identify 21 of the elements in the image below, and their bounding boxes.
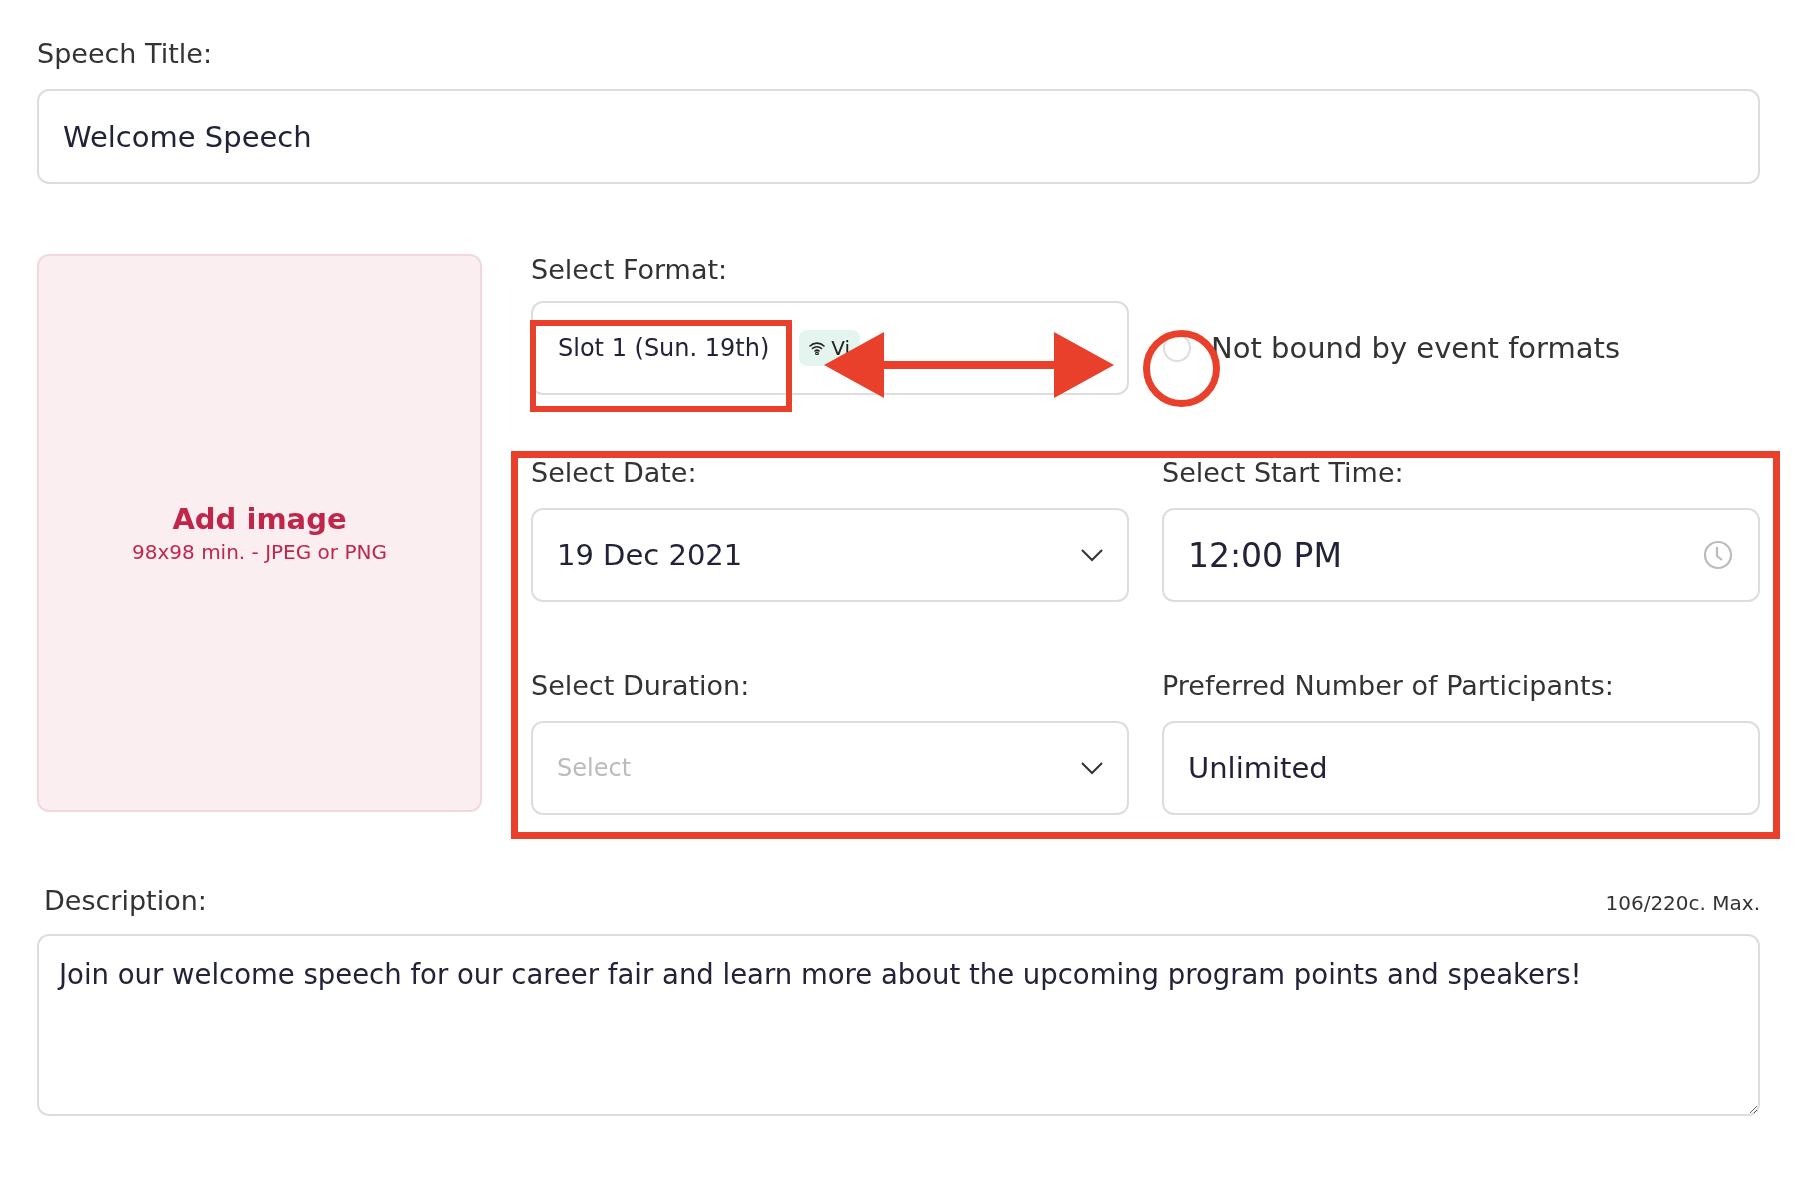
title-field[interactable]: Welcome Speech: [37, 89, 1760, 184]
add-image-label: Add image: [172, 502, 347, 536]
character-counter: 106/220c. Max.: [1605, 891, 1760, 915]
field-label: Select Date:: [531, 457, 698, 488]
field-label: Description:: [44, 885, 207, 916]
clock-icon: [1702, 539, 1734, 571]
field-label: Select Start Time:: [1162, 457, 1405, 488]
description-field[interactable]: Join our welcome speech for our career fair and learn more about the upcoming program points and speakers!: [37, 934, 1760, 1116]
time-field[interactable]: 12:00 PM: [1162, 508, 1760, 602]
field-label: Select Format:: [531, 254, 729, 285]
participants-field[interactable]: Unlimited: [1162, 721, 1760, 815]
chevron-icon: [1081, 548, 1103, 562]
field-label: Speech Title:: [37, 38, 213, 69]
field-label: Preferred Number of Participants:: [1162, 670, 1615, 701]
radio-label: Not bound by event formats: [1211, 331, 1621, 365]
image-hint: 98x98 min. - JPEG or PNG: [132, 540, 387, 564]
chevron-icon: [1081, 761, 1103, 775]
date-dropdown[interactable]: 19 Dec 2021: [531, 508, 1129, 602]
wifi-icon: [809, 341, 826, 355]
image-upload-area[interactable]: Add image 98x98 min. - JPEG or PNG: [37, 254, 482, 812]
field-label: Select Duration:: [531, 670, 751, 701]
